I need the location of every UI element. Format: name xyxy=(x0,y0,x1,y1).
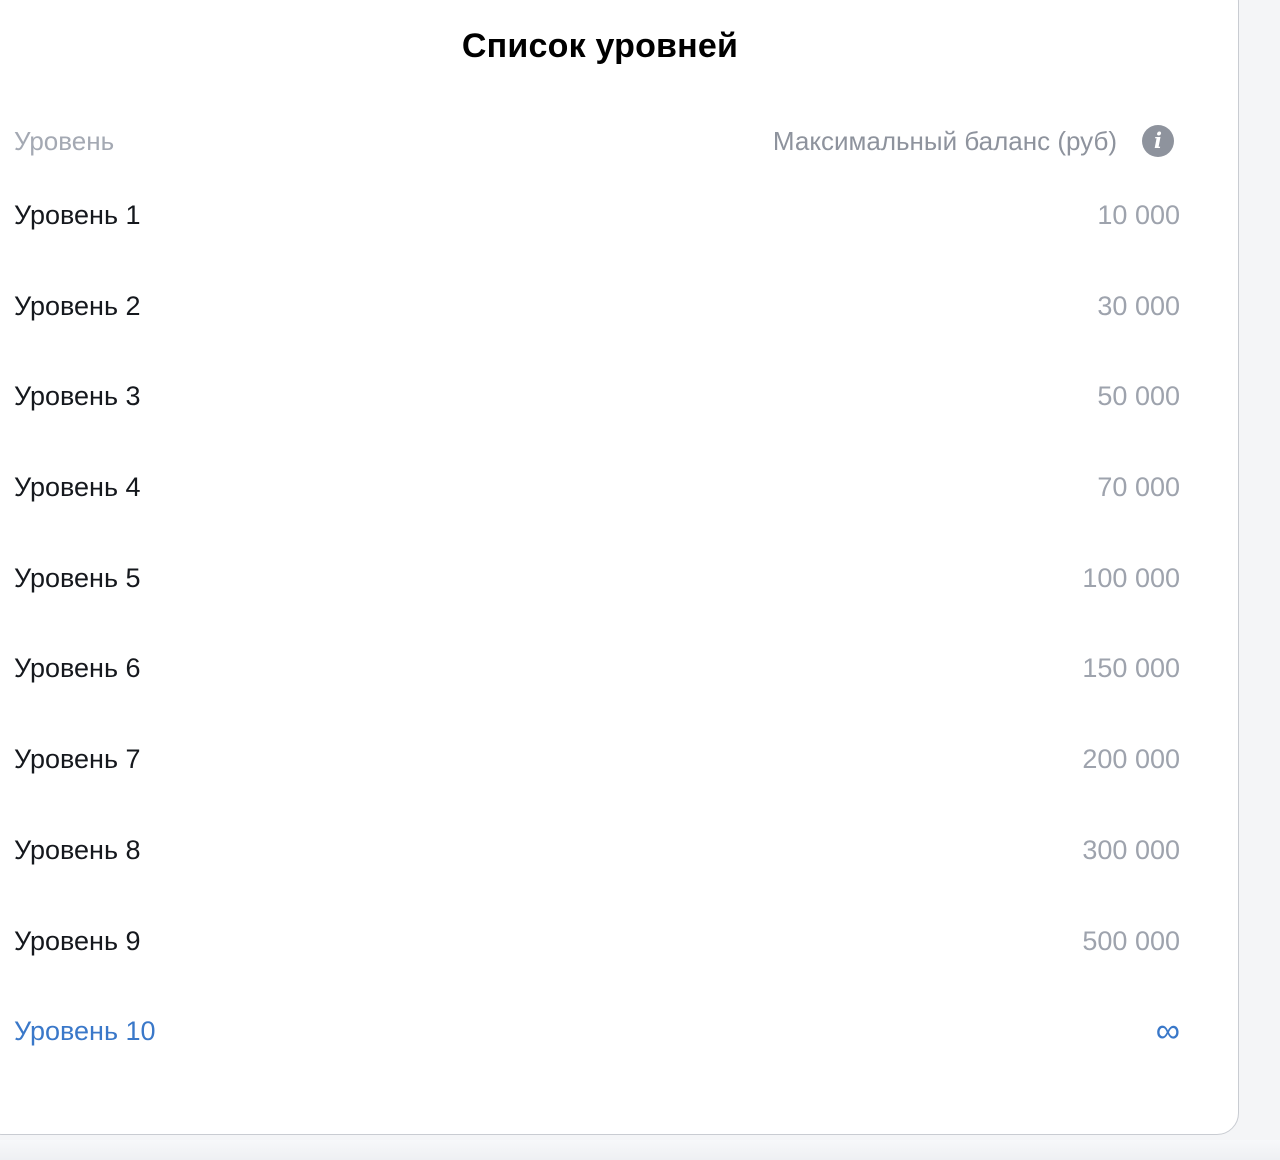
table-row: Уровень 7 200 000 xyxy=(14,714,1180,805)
level-name: Уровень 1 xyxy=(14,200,141,230)
level-max-balance: 200 000 xyxy=(1082,744,1180,775)
level-max-balance: 50 000 xyxy=(1097,381,1180,412)
table-row: Уровень 5 100 000 xyxy=(14,533,1180,624)
page-title: Список уровней xyxy=(461,27,739,65)
table-row: Уровень 9 500 000 xyxy=(14,896,1180,987)
level-max-balance: 150 000 xyxy=(1082,653,1180,684)
page-background xyxy=(0,1140,1280,1160)
column-header-level: Уровень xyxy=(14,126,115,156)
levels-list: Уровень 1 10 000 Уровень 2 30 000 Уровен… xyxy=(14,170,1180,1077)
level-name: Уровень 8 xyxy=(14,834,141,865)
level-name: Уровень 2 xyxy=(14,290,141,321)
level-max-balance: 100 000 xyxy=(1082,562,1180,593)
column-header-max-balance: Максимальный баланс (руб) xyxy=(772,126,1117,156)
table-row-current: Уровень 10 ∞ xyxy=(14,986,1180,1077)
table-row: Уровень 1 10 000 xyxy=(14,170,1180,261)
table-header: Уровень Максимальный баланс (руб) i xyxy=(14,121,1174,161)
level-name: Уровень 10 xyxy=(14,1016,156,1047)
level-max-balance: 300 000 xyxy=(1082,834,1180,865)
level-max-balance: 30 000 xyxy=(1097,290,1180,321)
infinity-symbol: ∞ xyxy=(1155,1012,1180,1051)
info-icon[interactable]: i xyxy=(1142,125,1174,157)
levels-card: Список уровней Уровень Максимальный бала… xyxy=(0,0,1239,1135)
table-row: Уровень 8 300 000 xyxy=(14,805,1180,896)
level-name: Уровень 3 xyxy=(14,381,141,412)
level-name: Уровень 7 xyxy=(14,744,141,775)
table-row: Уровень 4 70 000 xyxy=(14,442,1180,533)
level-max-balance: 500 000 xyxy=(1082,925,1180,956)
level-name: Уровень 5 xyxy=(14,562,141,593)
level-name: Уровень 6 xyxy=(14,653,141,684)
table-row: Уровень 6 150 000 xyxy=(14,623,1180,714)
level-max-balance: 70 000 xyxy=(1097,472,1180,503)
table-row: Уровень 3 50 000 xyxy=(14,351,1180,442)
table-row: Уровень 2 30 000 xyxy=(14,261,1180,352)
level-max-balance: 10 000 xyxy=(1097,200,1180,230)
level-name: Уровень 4 xyxy=(14,472,141,503)
level-name: Уровень 9 xyxy=(14,925,141,956)
